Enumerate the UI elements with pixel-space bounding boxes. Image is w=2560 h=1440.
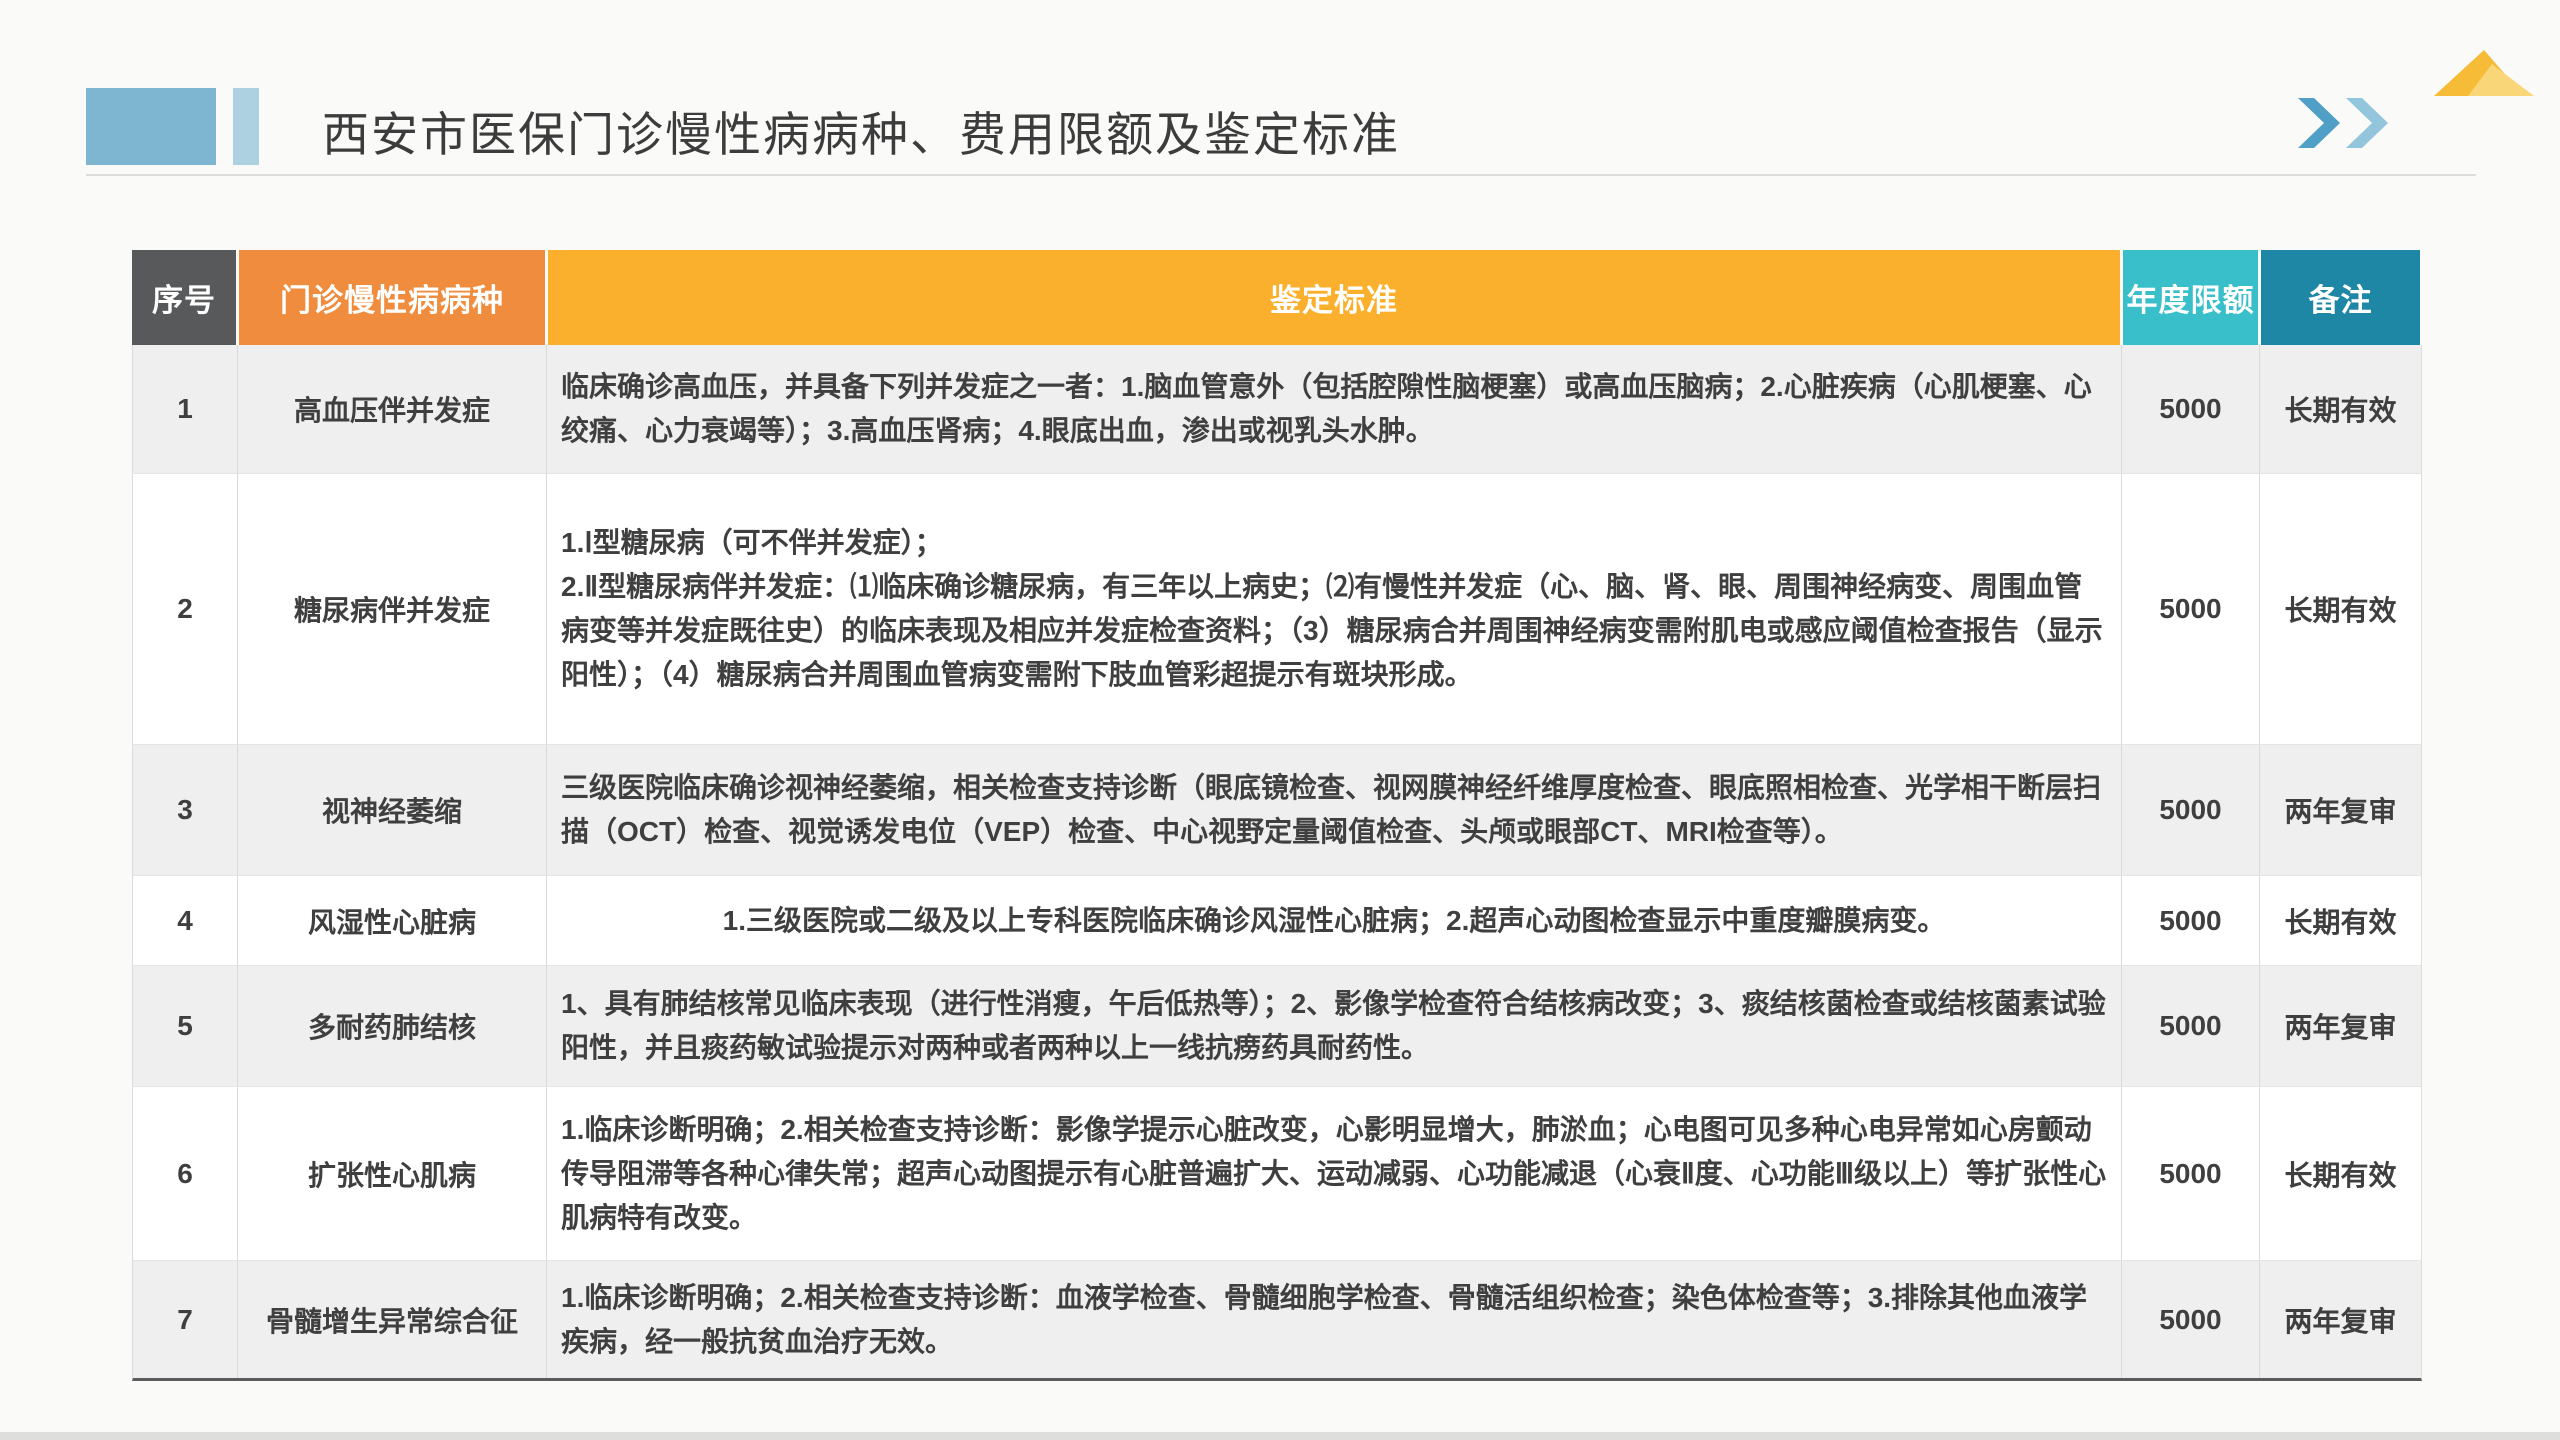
- page-title: 西安市医保门诊慢性病病种、费用限额及鉴定标准: [322, 96, 1400, 165]
- table-row: 6 扩张性心肌病 1.临床诊断明确；2.相关检查支持诊断：影像学提示心脏改变，心…: [132, 1087, 2422, 1261]
- row-standard: 临床确诊高血压，并具备下列并发症之一者：1.脑血管意外（包括腔隙性脑梗塞）或高血…: [546, 345, 2121, 473]
- row-no: 5: [133, 966, 237, 1086]
- row-note: 长期有效: [2259, 876, 2421, 965]
- row-limit: 5000: [2121, 1261, 2259, 1378]
- table-row: 1 高血压伴并发症 临床确诊高血压，并具备下列并发症之一者：1.脑血管意外（包括…: [132, 345, 2422, 474]
- table-row: 4 风湿性心脏病 1.三级医院或二级及以上专科医院临床确诊风湿性心脏病；2.超声…: [132, 876, 2422, 966]
- row-standard: 1、具有肺结核常见临床表现（进行性消瘦，午后低热等）；2、影像学检查符合结核病改…: [546, 966, 2121, 1086]
- title-accent-rect: [86, 88, 216, 165]
- row-limit: 5000: [2121, 1087, 2259, 1260]
- table-row: 2 糖尿病伴并发症 1.Ⅰ型糖尿病（可不伴并发症）； 2.Ⅱ型糖尿病伴并发症：⑴…: [132, 474, 2422, 745]
- row-disease: 扩张性心肌病: [237, 1087, 546, 1260]
- row-disease: 糖尿病伴并发症: [237, 474, 546, 744]
- table-header-row: 序号 门诊慢性病病种 鉴定标准 年度限额 备注: [132, 250, 2420, 345]
- title-divider: [86, 174, 2476, 176]
- row-note: 长期有效: [2259, 345, 2421, 473]
- table-row: 5 多耐药肺结核 1、具有肺结核常见临床表现（进行性消瘦，午后低热等）；2、影像…: [132, 966, 2422, 1087]
- chronic-disease-table: 序号 门诊慢性病病种 鉴定标准 年度限额 备注 1 高血压伴并发症 临床确诊高血…: [132, 250, 2420, 1381]
- table-body: 1 高血压伴并发症 临床确诊高血压，并具备下列并发症之一者：1.脑血管意外（包括…: [132, 345, 2420, 1381]
- slide-bottom-edge: [0, 1432, 2560, 1440]
- row-disease: 高血压伴并发症: [237, 345, 546, 473]
- row-no: 1: [133, 345, 237, 473]
- header-no: 序号: [132, 250, 236, 345]
- row-limit: 5000: [2121, 474, 2259, 744]
- header-limit: 年度限额: [2120, 250, 2258, 345]
- double-chevron-icon: [2298, 98, 2394, 148]
- row-no: 6: [133, 1087, 237, 1260]
- row-disease: 多耐药肺结核: [237, 966, 546, 1086]
- row-limit: 5000: [2121, 966, 2259, 1086]
- row-standard: 1.三级医院或二级及以上专科医院临床确诊风湿性心脏病；2.超声心动图检查显示中重…: [546, 876, 2121, 965]
- row-limit: 5000: [2121, 745, 2259, 875]
- table-row: 3 视神经萎缩 三级医院临床确诊视神经萎缩，相关检查支持诊断（眼底镜检查、视网膜…: [132, 745, 2422, 876]
- row-no: 4: [133, 876, 237, 965]
- title-accent-rect-small: [233, 88, 259, 165]
- row-no: 3: [133, 745, 237, 875]
- row-note: 两年复审: [2259, 966, 2421, 1086]
- row-standard: 1.Ⅰ型糖尿病（可不伴并发症）； 2.Ⅱ型糖尿病伴并发症：⑴临床确诊糖尿病，有三…: [546, 474, 2121, 744]
- row-standard: 1.临床诊断明确；2.相关检查支持诊断：影像学提示心脏改变，心影明显增大，肺淤血…: [546, 1087, 2121, 1260]
- row-disease: 风湿性心脏病: [237, 876, 546, 965]
- row-note: 两年复审: [2259, 745, 2421, 875]
- header-disease: 门诊慢性病病种: [236, 250, 545, 345]
- row-note: 长期有效: [2259, 1087, 2421, 1260]
- table-row: 7 骨髓增生异常综合征 1.临床诊断明确；2.相关检查支持诊断：血液学检查、骨髓…: [132, 1261, 2422, 1381]
- header-standard: 鉴定标准: [545, 250, 2120, 345]
- row-limit: 5000: [2121, 876, 2259, 965]
- row-disease: 视神经萎缩: [237, 745, 546, 875]
- header-note: 备注: [2258, 250, 2420, 345]
- row-note: 长期有效: [2259, 474, 2421, 744]
- row-note: 两年复审: [2259, 1261, 2421, 1378]
- row-limit: 5000: [2121, 345, 2259, 473]
- slide: 西安市医保门诊慢性病病种、费用限额及鉴定标准 序号 门诊慢性病病种 鉴定标准 年…: [0, 0, 2560, 1440]
- row-no: 2: [133, 474, 237, 744]
- row-disease: 骨髓增生异常综合征: [237, 1261, 546, 1378]
- row-standard: 1.临床诊断明确；2.相关检查支持诊断：血液学检查、骨髓细胞学检查、骨髓活组织检…: [546, 1261, 2121, 1378]
- mountain-icon: [2434, 50, 2534, 96]
- row-no: 7: [133, 1261, 237, 1378]
- row-standard: 三级医院临床确诊视神经萎缩，相关检查支持诊断（眼底镜检查、视网膜神经纤维厚度检查…: [546, 745, 2121, 875]
